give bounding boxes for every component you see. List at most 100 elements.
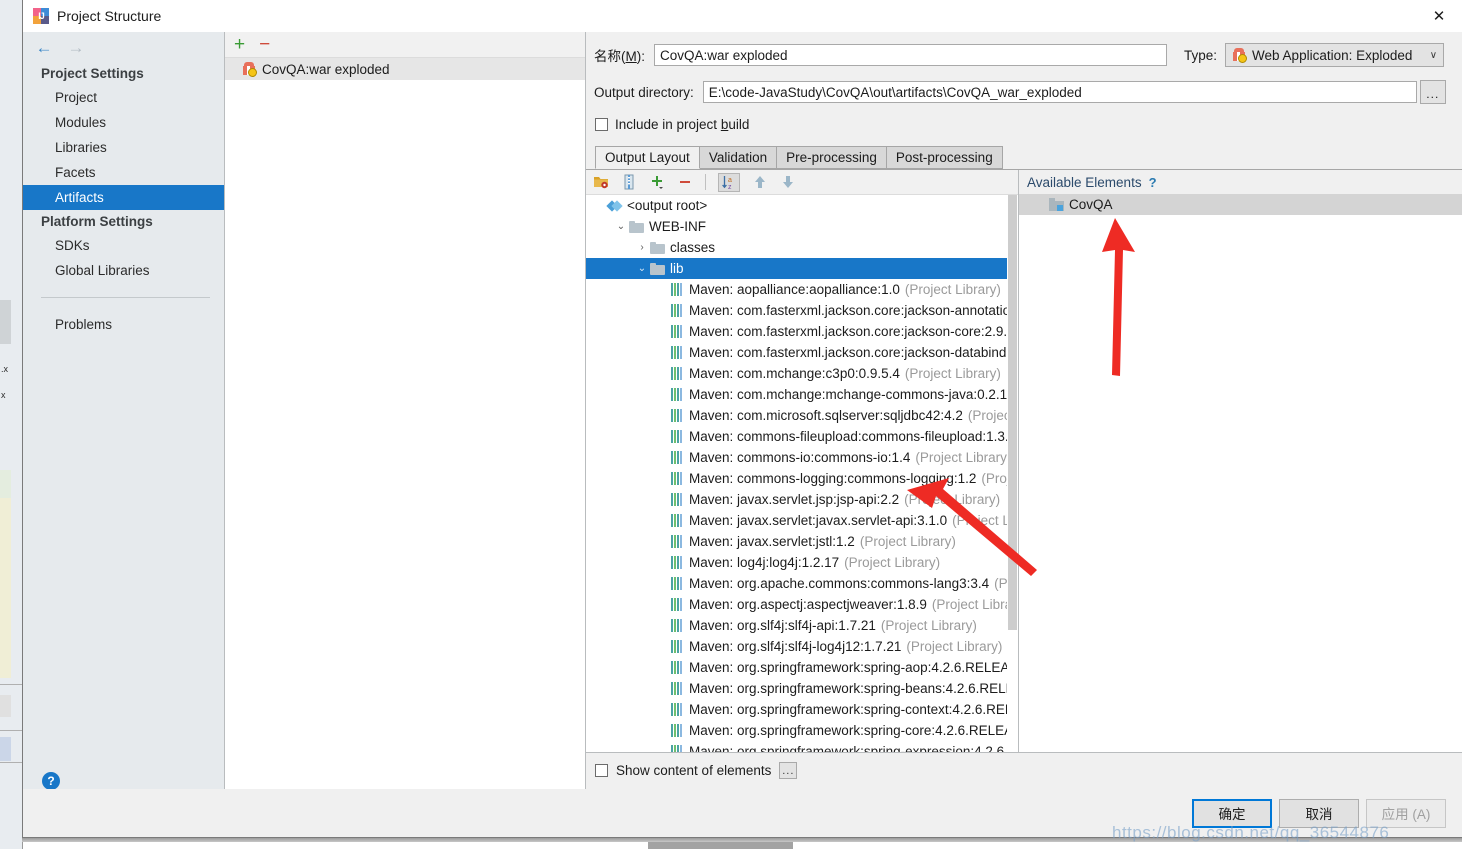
help-icon[interactable]: ? — [42, 772, 60, 790]
tree-node[interactable]: Maven: org.springframework:spring-core:4… — [586, 720, 1018, 741]
tree-scrollbar-thumb[interactable] — [1008, 195, 1017, 630]
sidebar-item-libraries[interactable]: Libraries — [23, 135, 224, 160]
tree-node[interactable]: ⌄ WEB-INF — [586, 216, 1018, 237]
artifact-type-select[interactable]: Web Application: Exploded ∨ — [1225, 43, 1445, 67]
tree-node[interactable]: Maven: javax.servlet:javax.servlet-api:3… — [586, 510, 1018, 531]
name-row: 名称(M): CovQA:war exploded Type: Web Appl… — [586, 43, 1462, 67]
include-in-build-row[interactable]: Include in project build — [586, 117, 1462, 132]
tree-node[interactable]: Maven: com.mchange:mchange-commons-java:… — [586, 384, 1018, 405]
tree-node[interactable]: Maven: commons-io:commons-io:1.4 (Project… — [586, 447, 1018, 468]
tree-node[interactable]: Maven: org.springframework:spring-aop:4.… — [586, 657, 1018, 678]
show-content-options-button[interactable]: ... — [779, 761, 798, 779]
back-arrow-icon[interactable]: ← — [35, 38, 53, 56]
tree-node[interactable]: Maven: aopalliance:aopalliance:1.0 (Proje… — [586, 279, 1018, 300]
tree-node[interactable]: Maven: org.springframework:spring-beans:… — [586, 678, 1018, 699]
tab-output-layout[interactable]: Output Layout — [595, 146, 700, 169]
tree-node[interactable]: Maven: commons-fileupload:commons-fileup… — [586, 426, 1018, 447]
artifacts-list-panel: + − CovQA:war exploded — [225, 32, 586, 807]
name-label: 名称(M): — [594, 49, 645, 64]
tree-node[interactable]: <output root> — [586, 195, 1018, 216]
available-elements-help-icon[interactable]: ? — [1149, 175, 1157, 190]
tree-node[interactable]: Maven: com.fasterxml.jackson.core:jackso… — [586, 342, 1018, 363]
tree-node[interactable]: Maven: com.fasterxml.jackson.core:jackso… — [586, 300, 1018, 321]
layout-panels: a z <output root> ⌄ WEB-INF › classes ⌄ … — [586, 170, 1462, 753]
show-content-checkbox[interactable] — [595, 763, 608, 777]
available-element-label: CovQA — [1069, 197, 1113, 212]
title-bar: IJ Project Structure ✕ — [23, 0, 1462, 32]
include-in-build-checkbox[interactable] — [595, 118, 608, 131]
tree-node-label: Maven: com.fasterxml.jackson.core:jackso… — [689, 324, 1018, 339]
library-icon — [671, 514, 684, 527]
sidebar-item-project[interactable]: Project — [23, 85, 224, 110]
add-artifact-button[interactable]: + — [234, 35, 245, 54]
available-element-covqa[interactable]: CovQA — [1019, 194, 1462, 215]
tree-node[interactable]: Maven: javax.servlet:jstl:1.2 (Project Li… — [586, 531, 1018, 552]
tree-node-scope: (Project Library) — [859, 534, 956, 549]
move-down-icon[interactable] — [780, 174, 796, 190]
chevron-right-icon[interactable]: › — [634, 242, 650, 253]
window-title: Project Structure — [57, 7, 162, 24]
browse-directory-button[interactable]: ... — [1419, 80, 1446, 104]
forward-arrow-icon[interactable]: → — [67, 38, 85, 56]
create-directory-icon[interactable] — [593, 174, 609, 190]
tree-node[interactable]: ⌄ lib — [586, 258, 1018, 279]
type-label: Type: — [1184, 47, 1218, 63]
tree-node-label: Maven: com.mchange:c3p0:0.9.5.4 — [689, 366, 900, 381]
remove-icon[interactable] — [677, 174, 693, 190]
tree-node[interactable]: Maven: com.fasterxml.jackson.core:jackso… — [586, 321, 1018, 342]
remove-artifact-button[interactable]: − — [259, 35, 270, 54]
tree-node-label: WEB-INF — [649, 219, 706, 234]
background-ide-edge: .x x — [0, 0, 23, 849]
svg-text:a: a — [728, 177, 732, 184]
sort-alphabetically-icon[interactable]: a z — [718, 172, 740, 192]
artifact-war-icon — [242, 62, 257, 77]
output-layout-toolbar: a z — [586, 170, 1018, 195]
artifact-name-input[interactable]: CovQA:war exploded — [654, 44, 1167, 66]
library-icon — [671, 619, 684, 632]
tree-node[interactable]: Maven: javax.servlet.jsp:jsp-api:2.2 (Pro… — [586, 489, 1018, 510]
tab-pre-processing[interactable]: Pre-processing — [776, 146, 887, 169]
tree-node[interactable]: Maven: org.slf4j:slf4j-api:1.7.21 (Projec… — [586, 615, 1018, 636]
tree-node[interactable]: Maven: commons-logging:commons-logging:1… — [586, 468, 1018, 489]
tree-node[interactable]: › classes — [586, 237, 1018, 258]
tree-node-scope: (Project Library) — [904, 366, 1001, 381]
library-icon — [671, 724, 684, 737]
tab-validation[interactable]: Validation — [698, 146, 778, 169]
tree-node[interactable]: Maven: org.slf4j:slf4j-log4j12:1.7.21 (Pr… — [586, 636, 1018, 657]
tab-post-processing[interactable]: Post-processing — [885, 146, 1003, 169]
tree-node[interactable]: Maven: log4j:log4j:1.2.17 (Project Librar… — [586, 552, 1018, 573]
editor-tabs: Output Layout Validation Pre-processing … — [586, 146, 1462, 170]
tree-node[interactable]: Maven: org.aspectj:aspectjweaver:1.8.9 (P… — [586, 594, 1018, 615]
library-icon — [671, 535, 684, 548]
tree-node-label: Maven: com.fasterxml.jackson.core:jackso… — [689, 303, 1018, 318]
library-icon — [671, 430, 684, 443]
output-directory-input[interactable]: E:\code-JavaStudy\CovQA\out\artifacts\Co… — [702, 81, 1417, 103]
tree-node[interactable]: Maven: com.microsoft.sqlserver:sqljdbc42… — [586, 405, 1018, 426]
settings-sidebar: ← → Project Settings Project Modules Lib… — [23, 32, 225, 807]
folder-icon — [650, 262, 665, 275]
move-up-icon[interactable] — [752, 174, 768, 190]
chevron-down-icon[interactable]: ⌄ — [634, 263, 650, 274]
tree-node[interactable]: Maven: com.mchange:c3p0:0.9.5.4 (Project … — [586, 363, 1018, 384]
output-layout-tree[interactable]: <output root> ⌄ WEB-INF › classes ⌄ lib Maven: … — [586, 195, 1018, 752]
sidebar-item-global-libraries[interactable]: Global Libraries — [23, 258, 224, 283]
output-layout-tree-panel: a z <output root> ⌄ WEB-INF › classes ⌄ … — [586, 170, 1019, 753]
tree-scrollbar[interactable] — [1007, 195, 1018, 752]
background-yellow-band — [0, 498, 11, 678]
sidebar-item-problems[interactable]: Problems — [23, 312, 224, 337]
close-icon[interactable]: ✕ — [1416, 0, 1462, 31]
sidebar-item-facets[interactable]: Facets — [23, 160, 224, 185]
tree-node[interactable]: Maven: org.apache.commons:commons-lang3:… — [586, 573, 1018, 594]
tree-node[interactable]: Maven: org.springframework:spring-contex… — [586, 699, 1018, 720]
create-archive-icon[interactable] — [621, 174, 637, 190]
tree-node[interactable]: Maven: org.springframework:spring-expres… — [586, 741, 1018, 752]
artifact-list-item-covqa[interactable]: CovQA:war exploded — [225, 58, 585, 80]
chevron-down-icon[interactable]: ⌄ — [613, 221, 629, 232]
add-copy-of-icon[interactable] — [649, 174, 665, 190]
sidebar-item-modules[interactable]: Modules — [23, 110, 224, 135]
sidebar-item-artifacts[interactable]: Artifacts — [23, 185, 224, 210]
library-icon — [671, 409, 684, 422]
sidebar-group-project-settings: Project Settings — [41, 66, 144, 81]
sidebar-item-sdks[interactable]: SDKs — [23, 233, 224, 258]
background-blue-band — [0, 737, 11, 761]
